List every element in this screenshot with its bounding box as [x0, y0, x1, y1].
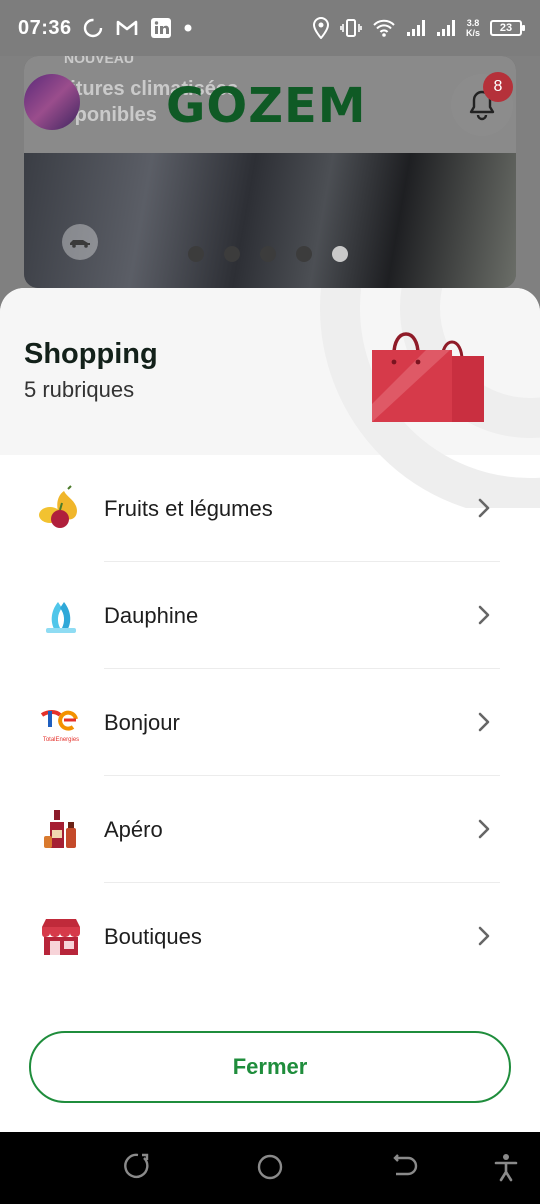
- category-list: Fruits et légumes Dauphine TotalEnergies: [0, 455, 540, 990]
- net-speed: 3.8 K/s: [466, 18, 480, 38]
- list-item-label: Apéro: [104, 816, 163, 842]
- carousel-dot-active[interactable]: [332, 246, 348, 262]
- battery-icon: 23: [490, 20, 525, 36]
- shop-icon: [42, 919, 80, 955]
- battery-level: 23: [499, 22, 513, 34]
- home-background: NOUVEAU oitures climatisées isponibles G…: [0, 56, 540, 316]
- home-icon[interactable]: [256, 1152, 284, 1182]
- linkedin-icon: [150, 18, 171, 38]
- loading-icon: [83, 18, 102, 38]
- sheet-header: Shopping 5 rubriques: [0, 288, 540, 508]
- sheet-subtitle: 5 rubriques: [24, 377, 135, 402]
- list-item-label: Dauphine: [104, 602, 199, 628]
- app-logo: GOZEM: [166, 78, 367, 134]
- system-nav-bar: [0, 1132, 540, 1204]
- gmail-icon: [116, 20, 137, 35]
- carousel-dot[interactable]: [188, 246, 204, 262]
- list-item-boutiques[interactable]: Boutiques: [0, 883, 540, 990]
- list-item-label: Fruits et légumes: [104, 495, 273, 521]
- signal-icon: [436, 20, 455, 36]
- wifi-icon: [373, 19, 395, 37]
- accessibility-icon[interactable]: [494, 1152, 518, 1182]
- signal-icon: [406, 20, 425, 36]
- list-item-fruits[interactable]: Fruits et légumes: [0, 455, 540, 562]
- fruits-icon: [39, 485, 77, 528]
- banner-tag: NOUVEAU: [64, 56, 135, 66]
- bottles-icon: [44, 810, 76, 848]
- shopping-sheet: Shopping 5 rubriques Fruits et légumes D…: [0, 288, 540, 1132]
- chevron-right-icon: [478, 605, 490, 625]
- carousel-dot[interactable]: [296, 246, 312, 262]
- net-speed-unit: K/s: [465, 28, 480, 38]
- dolphins-icon: [46, 602, 76, 633]
- chevron-right-icon: [478, 712, 490, 732]
- list-item-apero[interactable]: Apéro: [0, 776, 540, 883]
- close-button[interactable]: Fermer: [29, 1031, 511, 1103]
- carousel-dot[interactable]: [260, 246, 276, 262]
- chevron-right-icon: [478, 926, 490, 946]
- avatar[interactable]: [24, 74, 80, 130]
- chevron-right-icon: [478, 819, 490, 839]
- list-item-label: Bonjour: [104, 709, 180, 735]
- vibrate-icon: [340, 19, 362, 37]
- list-item-dauphine[interactable]: Dauphine: [0, 562, 540, 669]
- list-item-label: Boutiques: [104, 923, 202, 949]
- location-icon: [312, 17, 329, 39]
- totalenergies-icon: TotalEnergies: [40, 710, 79, 743]
- sheet-title: Shopping: [24, 338, 158, 370]
- chevron-right-icon: [478, 498, 490, 518]
- totalenergies-text: TotalEnergies: [43, 737, 79, 743]
- car-icon: [62, 224, 98, 260]
- shopping-bag-icon: [372, 332, 484, 422]
- net-speed-value: 3.8: [466, 18, 480, 28]
- list-item-bonjour[interactable]: TotalEnergies Bonjour: [0, 669, 540, 776]
- carousel-dot[interactable]: [224, 246, 240, 262]
- status-time: 07:36: [18, 16, 72, 39]
- recents-icon[interactable]: [122, 1152, 150, 1182]
- banner-photo: [24, 153, 516, 288]
- carousel-dots: [188, 246, 348, 262]
- status-bar: 07:36 3.8 K/s 23: [0, 0, 540, 56]
- back-icon[interactable]: [390, 1152, 418, 1182]
- notification-badge: 8: [483, 72, 513, 102]
- dot-icon: [184, 24, 192, 32]
